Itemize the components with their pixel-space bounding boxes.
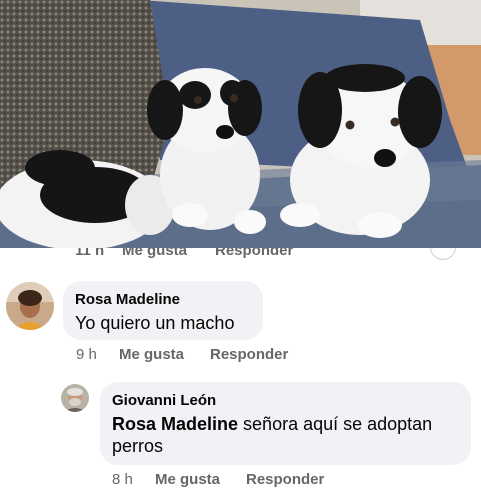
reply-like-button[interactable]: Me gusta xyxy=(155,471,246,488)
reply-bubble-giovanni: Giovanni León Rosa Madeline señora aquí … xyxy=(100,382,471,465)
reply-button[interactable]: Responder xyxy=(210,346,288,363)
previous-time: 11 h xyxy=(75,248,105,259)
avatar-giovanni-icon xyxy=(61,384,89,412)
post-photo[interactable] xyxy=(0,0,481,250)
avatar-giovanni[interactable] xyxy=(61,384,89,412)
puppies-image xyxy=(0,0,481,250)
previous-reply-button[interactable]: Responder xyxy=(215,248,293,259)
comment-time[interactable]: 9 h xyxy=(76,346,119,363)
like-button[interactable]: Me gusta xyxy=(119,346,210,363)
comment-text: Yo quiero un macho xyxy=(75,313,235,333)
avatar-rosa[interactable] xyxy=(6,282,54,330)
reply-text-container: Rosa Madeline señora aquí se adoptan per… xyxy=(112,413,459,457)
reply-reply-button[interactable]: Responder xyxy=(246,471,324,488)
comment-author[interactable]: Rosa Madeline xyxy=(75,291,251,308)
previous-actions-row: 11 h Me gusta Responder xyxy=(0,248,481,262)
avatar-rosa-icon xyxy=(6,282,54,330)
previous-like-button[interactable]: Me gusta xyxy=(122,248,187,259)
comment-bubble-rosa: Rosa Madeline Yo quiero un macho xyxy=(63,281,263,340)
mention-link[interactable]: Rosa Madeline xyxy=(112,414,238,434)
reaction-icon xyxy=(430,248,456,260)
reply-author[interactable]: Giovanni León xyxy=(112,392,459,409)
comment-actions-rosa: 9 h Me gusta Responder xyxy=(76,346,288,363)
reply-time[interactable]: 8 h xyxy=(112,471,155,488)
reply-actions-giovanni: 8 h Me gusta Responder xyxy=(112,471,324,488)
